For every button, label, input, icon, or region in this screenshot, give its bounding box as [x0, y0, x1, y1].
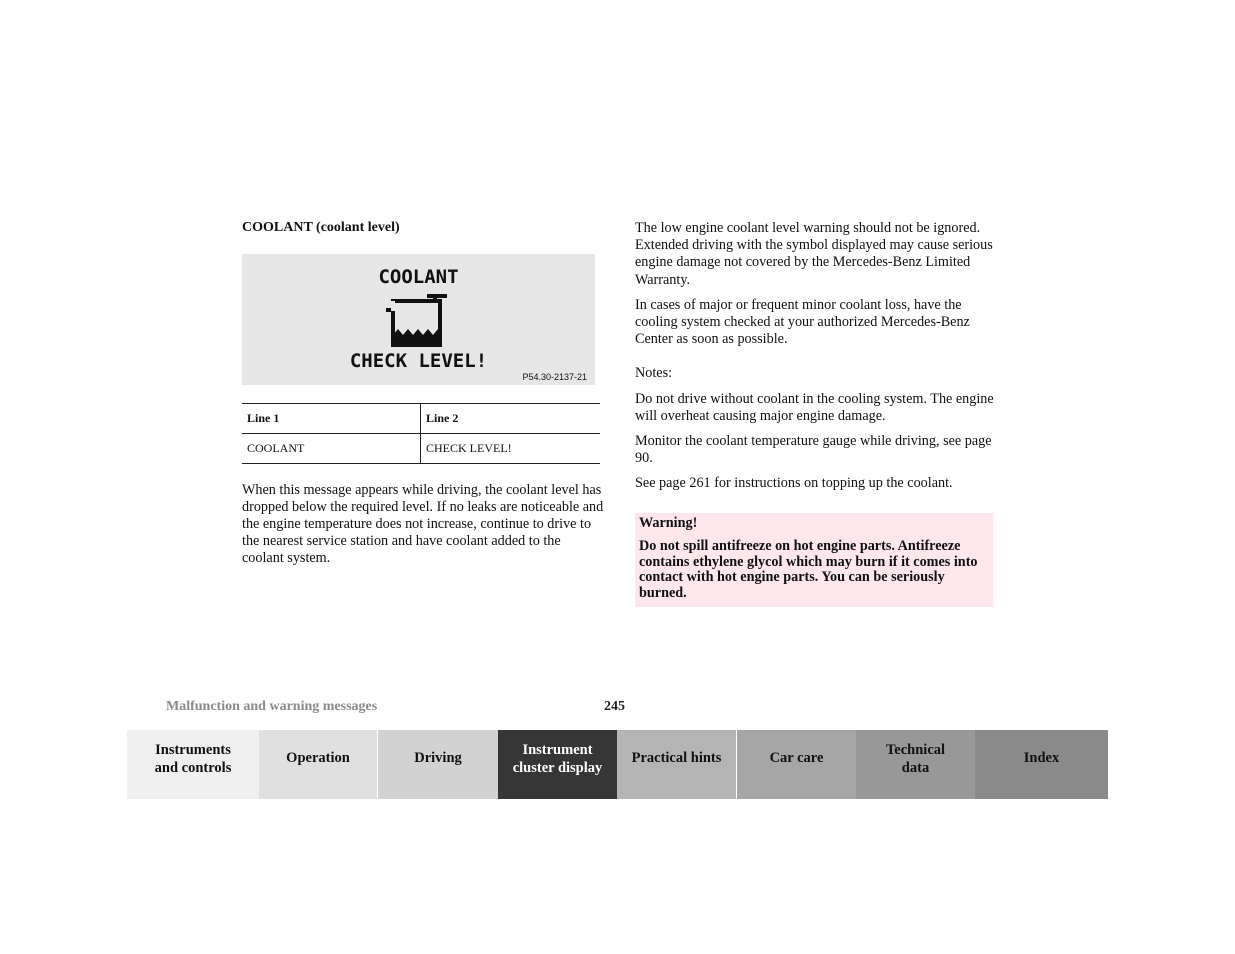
- table-row: COOLANT CHECK LEVEL!: [242, 433, 600, 464]
- tab-label: Operation: [286, 750, 350, 766]
- warning-title: Warning!: [639, 515, 698, 531]
- note-item: See page 261 for instructions on topping…: [635, 475, 953, 492]
- display-line1-text: COOLANT: [378, 266, 459, 288]
- coolant-loss-paragraph: In cases of major or frequent minor cool…: [635, 296, 970, 348]
- note-item: Do not drive without coolant in the cool…: [635, 390, 994, 424]
- page-number: 245: [604, 699, 625, 714]
- coolant-reservoir-icon: [386, 294, 447, 347]
- warning-text: Do not spill antifreeze on hot engine pa…: [639, 538, 978, 601]
- chapter-tabs: Instruments and controls Operation Drivin…: [127, 730, 1108, 799]
- note-item: Monitor the coolant temperature gauge wh…: [635, 433, 992, 467]
- table-header-row: Line 1 Line 2: [242, 403, 600, 434]
- warning-box: Warning! Do not spill antifreeze on hot …: [635, 513, 993, 607]
- display-message-table: Line 1 Line 2 COOLANT CHECK LEVEL!: [242, 403, 600, 464]
- tab-technical-data[interactable]: Technical data: [856, 730, 975, 799]
- table-cell-line1: COOLANT: [242, 433, 421, 464]
- tab-driving[interactable]: Driving: [378, 730, 498, 799]
- section-title: COOLANT (coolant level): [242, 220, 400, 235]
- description-paragraph: When this message appears while driving,…: [242, 482, 604, 566]
- table-header-line2: Line 2: [426, 411, 459, 425]
- tab-car-care[interactable]: Car care: [737, 730, 856, 799]
- tab-label: Practical hints: [631, 750, 722, 766]
- tab-label: Technical data: [885, 742, 946, 776]
- tab-instruments-and-controls[interactable]: Instruments and controls: [127, 730, 259, 799]
- instrument-display-figure: COOLANT CHECK LEVEL! P54.30-2137-21: [242, 254, 595, 385]
- footer-section-name: Malfunction and warning messages: [166, 699, 378, 714]
- warning-importance-paragraph: The low engine coolant level warning sho…: [635, 220, 993, 288]
- tab-label: Driving: [414, 750, 462, 766]
- tab-operation[interactable]: Operation: [259, 730, 378, 799]
- table-cell-line2: CHECK LEVEL!: [426, 441, 512, 455]
- right-column: The low engine coolant level warning sho…: [635, 220, 997, 501]
- tab-label: Instrument cluster display: [512, 742, 603, 776]
- table-header-line1: Line 1: [242, 403, 421, 434]
- tab-instrument-cluster-display[interactable]: Instrument cluster display: [498, 730, 617, 799]
- tab-label: Instruments and controls: [154, 742, 232, 776]
- tab-label: Index: [1023, 750, 1060, 766]
- tab-practical-hints[interactable]: Practical hints: [617, 730, 737, 799]
- display-line2-text: CHECK LEVEL!: [349, 350, 488, 372]
- tab-label: Car care: [769, 750, 824, 766]
- tab-index[interactable]: Index: [975, 730, 1108, 799]
- notes-label: Notes:: [635, 365, 673, 382]
- figure-code: P54.30-2137-21: [522, 372, 587, 382]
